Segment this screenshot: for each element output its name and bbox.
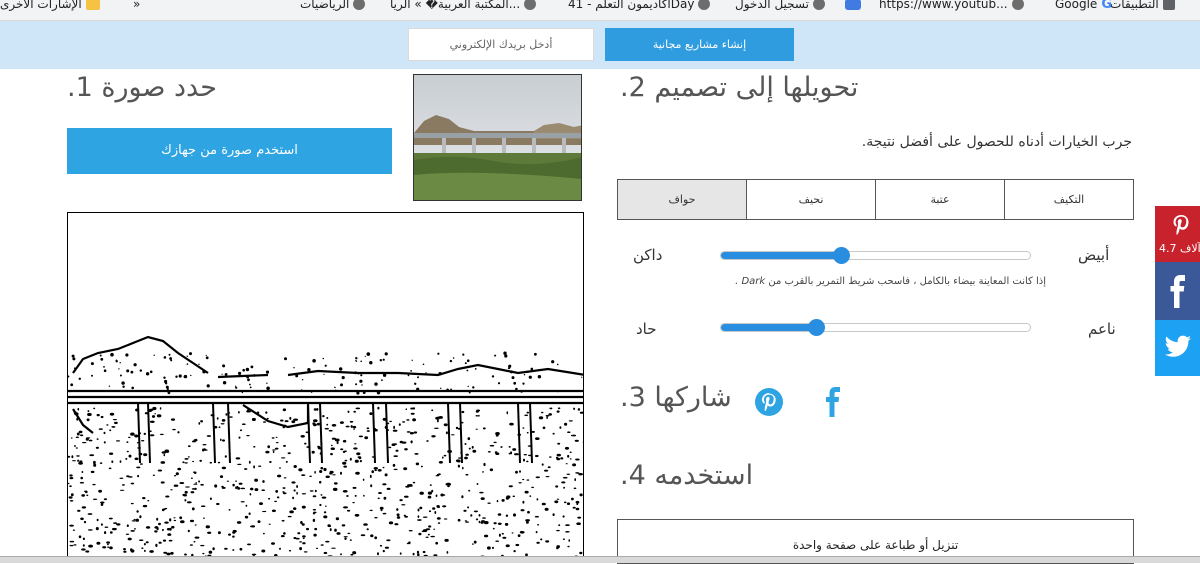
pinterest-count-suffix: آلاف (1180, 242, 1200, 255)
slider-fill (721, 324, 817, 331)
globe-icon (353, 0, 365, 10)
signup-banner (0, 21, 1200, 69)
slider-handle[interactable] (808, 319, 825, 336)
side-twitter-button[interactable] (1155, 320, 1200, 376)
bookmark-label: التطبيقات (1110, 0, 1159, 11)
create-projects-button[interactable]: إنشاء مشاريع مجانية (605, 28, 794, 61)
step1-heading: حدد صورة 1. (67, 72, 217, 103)
bookmarks-bar: التطبيقات Google G https://www.youtub...… (0, 0, 1200, 21)
bookmark-label: الإشارات الأخرى (0, 0, 82, 11)
globe-icon (1012, 0, 1024, 10)
try-options-hint: جرب الخيارات أدناه للحصول على أفضل نتيجة… (622, 134, 1132, 150)
bookmark-label: المكتبة العربية� » الريا... (390, 0, 520, 11)
folder-icon (86, 0, 100, 10)
twitter-icon (1164, 335, 1192, 359)
dark-hint-text: إذا كانت المعاينة بيضاء بالكامل ، فاسحب … (768, 276, 1046, 287)
bookmark-label: الرياضيات (300, 0, 349, 11)
globe-icon (813, 0, 825, 10)
tab-edges[interactable]: حواف (618, 180, 746, 219)
bookmark-math[interactable]: الرياضيات (300, 0, 365, 12)
slider2-left-label: حاد (636, 320, 657, 338)
side-pinterest-button[interactable]: آلاف 4.7 (1155, 206, 1200, 262)
apps-icon (1163, 0, 1175, 10)
step2-heading: تحويلها إلى تصميم 2. (620, 72, 858, 103)
slider2-right-label: ناعم (1088, 320, 1116, 338)
bookmark-library[interactable]: المكتبة العربية� » الريا... (390, 0, 536, 12)
choose-image-button[interactable]: استخدم صورة من جهازك (67, 128, 392, 174)
pinterest-share-count: آلاف 4.7 (1159, 242, 1200, 255)
slider-fill (721, 252, 842, 259)
globe-icon (524, 0, 536, 10)
dark-hint-keyword: Dark . (735, 276, 765, 287)
dark-slider-hint: إذا كانت المعاينة بيضاء بالكامل ، فاسحب … (700, 276, 1046, 287)
conversion-mode-tabs: التكيف عتبة نحيف حواف (617, 179, 1134, 220)
bookmark-youtube[interactable]: https://www.youtub... (845, 0, 1024, 12)
step3-heading: شاركها 3. (620, 382, 732, 413)
slider1-right-label: أبيض (1078, 246, 1109, 264)
pinterest-share-icon[interactable] (754, 387, 784, 417)
bookmark-academy[interactable]: أكاديمون التعلم - 41Day (568, 0, 710, 12)
sharpness-slider[interactable] (720, 323, 1031, 332)
step4-heading: استخدمه 4. (620, 460, 753, 491)
bookmark-label: Google (1055, 0, 1097, 11)
tab-thin[interactable]: نحيف (746, 180, 875, 219)
bookmark-google[interactable]: Google G (1055, 0, 1112, 12)
tab-threshold[interactable]: عتبة (875, 180, 1004, 219)
darkness-slider[interactable] (720, 251, 1031, 260)
bookmark-label: أكاديمون التعلم - 41Day (568, 0, 694, 11)
google-icon: G (1101, 0, 1112, 12)
sketch-preview-image (68, 213, 584, 562)
chevron-right-icon: » (133, 0, 140, 11)
globe-icon (698, 0, 710, 10)
design-preview (67, 212, 584, 562)
bookmark-label: تسجيل الدخول (735, 0, 809, 11)
side-facebook-button[interactable] (1155, 262, 1200, 320)
bridge-photo-image (414, 75, 582, 201)
source-thumbnail (413, 74, 582, 201)
slider-track (720, 323, 1031, 332)
email-input[interactable]: أدخل بريدك الإلكتروني (408, 28, 594, 61)
bookmark-apps[interactable]: التطبيقات (1110, 0, 1175, 12)
bookmark-login[interactable]: تسجيل الدخول (735, 0, 825, 12)
youtube-icon (845, 0, 861, 10)
facebook-icon (1167, 274, 1189, 308)
facebook-share-icon[interactable] (822, 386, 844, 418)
pinterest-count-value: 4.7 (1159, 242, 1177, 255)
bookmark-other[interactable]: الإشارات الأخرى (0, 0, 100, 12)
slider-track (720, 251, 1031, 260)
bookmark-label: https://www.youtub... (879, 0, 1008, 11)
slider1-left-label: داكن (633, 246, 662, 264)
bookmarks-overflow-button[interactable]: » (133, 0, 140, 12)
pinterest-icon (1171, 214, 1191, 238)
slider-handle[interactable] (833, 247, 850, 264)
tab-adaptive[interactable]: التكيف (1004, 180, 1133, 219)
